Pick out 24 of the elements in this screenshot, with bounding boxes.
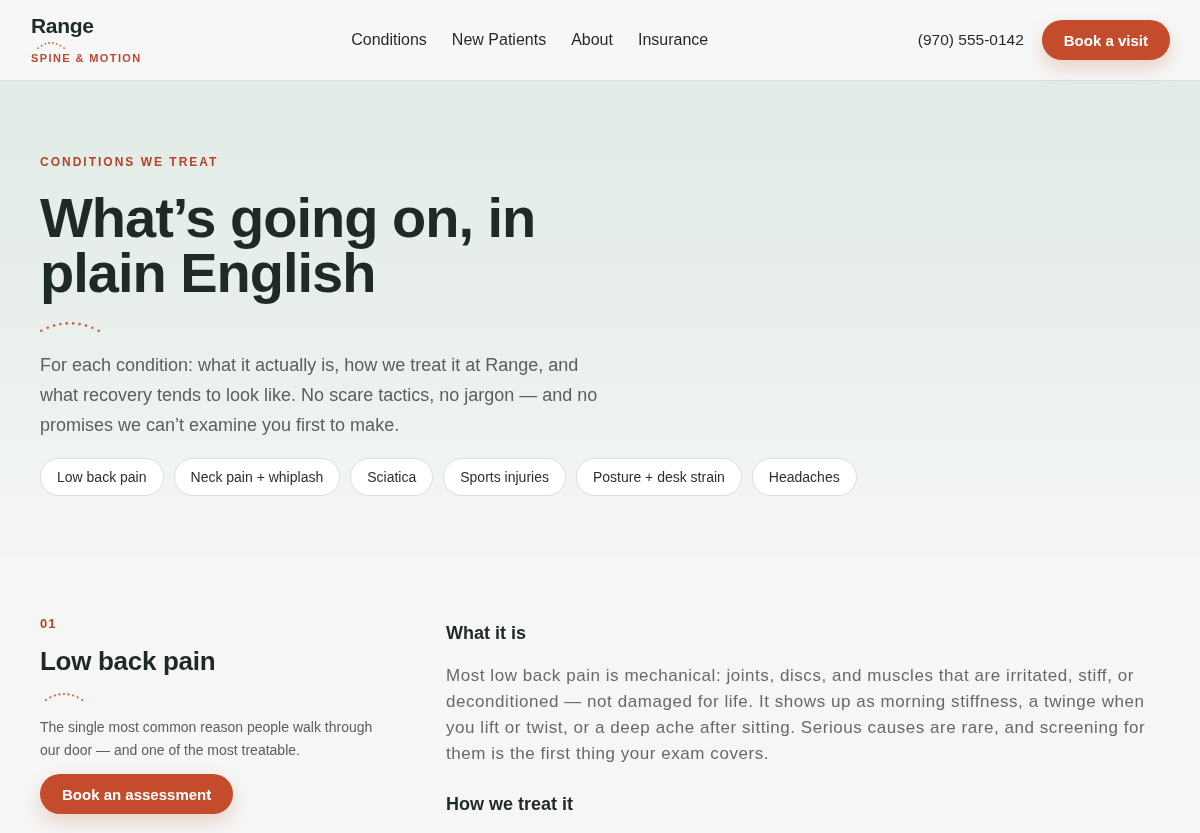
book-visit-button[interactable]: Book a visit xyxy=(1041,20,1170,60)
book-assessment-button[interactable]: Book an assessment xyxy=(40,774,234,814)
intro-paragraph: For each condition: what it actually is, how we treat it at Range, and what recovery tends to look like. No scare tactics, no jargon — and no promises we can’t examine you first to make. xyxy=(40,354,599,437)
logo-wordmark[interactable]: Range xyxy=(31,13,94,38)
condition-chip[interactable]: Posture + desk strain xyxy=(575,458,742,496)
condition-summary: The single most common reason people walk through our door — and one of the most treatable. xyxy=(40,718,374,760)
phone-link[interactable]: (970) 555-0142 xyxy=(917,31,1024,49)
nav-link[interactable]: Conditions xyxy=(351,31,427,49)
condition-number: 01 xyxy=(40,616,58,632)
subsection-heading: What it is xyxy=(446,622,527,645)
subsection-text: Most low back pain is mechanical: joints, discs, and muscles that are irritated, stiff, or deconditioned — not damaged for life. It shows up as morning stiffness, a twinge when you lift or twist, or a deep ache after sitting. Serious causes are rare, and screening for them is the first thing your exam covers. xyxy=(446,665,1147,765)
condition-chip[interactable]: Low back pain xyxy=(40,458,164,496)
section-eyebrow: CONDITIONS WE TREAT xyxy=(40,154,220,170)
condition-chip[interactable]: Headaches xyxy=(751,458,857,496)
nav-link[interactable]: About xyxy=(571,31,613,49)
nav-link[interactable]: New Patients xyxy=(451,31,547,49)
logo-tagline: SPINE & MOTION xyxy=(31,50,142,65)
condition-title: Low back pain xyxy=(40,645,217,677)
subsection-heading: How we treat it xyxy=(446,793,575,816)
condition-chip[interactable]: Sciatica xyxy=(350,458,434,496)
condition-chip[interactable]: Sports injuries xyxy=(443,458,566,496)
nav-link[interactable]: Insurance xyxy=(637,31,709,49)
dotted-arc-icon xyxy=(40,322,100,332)
condition-chip[interactable]: Neck pain + whiplash xyxy=(173,458,341,496)
